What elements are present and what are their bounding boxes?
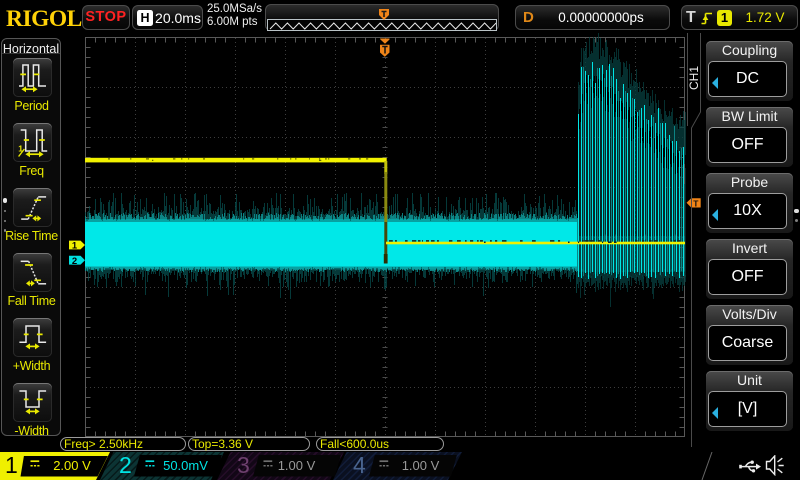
svg-text:1: 1 [72,241,78,252]
svg-text:T: T [693,198,699,208]
svg-text:2: 2 [72,256,77,267]
